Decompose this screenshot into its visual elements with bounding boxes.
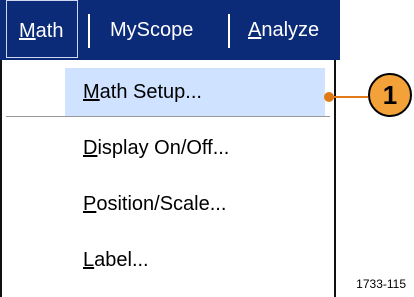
- menu-item-label: abel...: [94, 249, 149, 271]
- menu-analyze-key: A: [248, 19, 262, 41]
- menu-item-label: ath Setup...: [99, 81, 202, 103]
- menu-math[interactable]: Math: [6, 0, 78, 58]
- menu-analyze[interactable]: Analyze: [246, 0, 342, 60]
- menu-item-position-scale[interactable]: Position/Scale...: [65, 180, 325, 228]
- menu-bar: Math MyScope Analyze: [0, 0, 340, 60]
- menu-item-key: D: [83, 137, 98, 159]
- menu-gutter: [10, 68, 67, 116]
- menu-item-display-on-off[interactable]: Display On/Off...: [65, 124, 325, 172]
- menu-separator: [88, 14, 90, 48]
- menu-analyze-rest: nalyze: [261, 19, 320, 41]
- callout-leader-line: [328, 96, 368, 98]
- divider: [6, 116, 330, 117]
- menu-myscope[interactable]: MyScope: [108, 0, 220, 60]
- menu-math-key: M: [19, 20, 36, 42]
- menu-item-key: P: [83, 193, 97, 215]
- math-dropdown-menu: Math Setup... Display On/Off... Position…: [0, 60, 336, 297]
- menu-item-label: osition/Scale...: [96, 193, 227, 215]
- menu-item-key: L: [83, 249, 95, 271]
- menu-math-rest: ath: [35, 20, 64, 42]
- menu-item-math-setup[interactable]: Math Setup...: [65, 68, 325, 116]
- menu-myscope-label: MyScope: [110, 19, 194, 41]
- menu-item-label[interactable]: Label...: [65, 236, 325, 284]
- callout-badge: 1: [368, 73, 412, 117]
- menu-item-key: M: [83, 81, 100, 103]
- menu-separator: [228, 14, 230, 48]
- callout-leader-dot: [324, 92, 334, 102]
- menu-item-label: isplay On/Off...: [97, 137, 230, 159]
- figure-id: 1733-115: [356, 277, 406, 291]
